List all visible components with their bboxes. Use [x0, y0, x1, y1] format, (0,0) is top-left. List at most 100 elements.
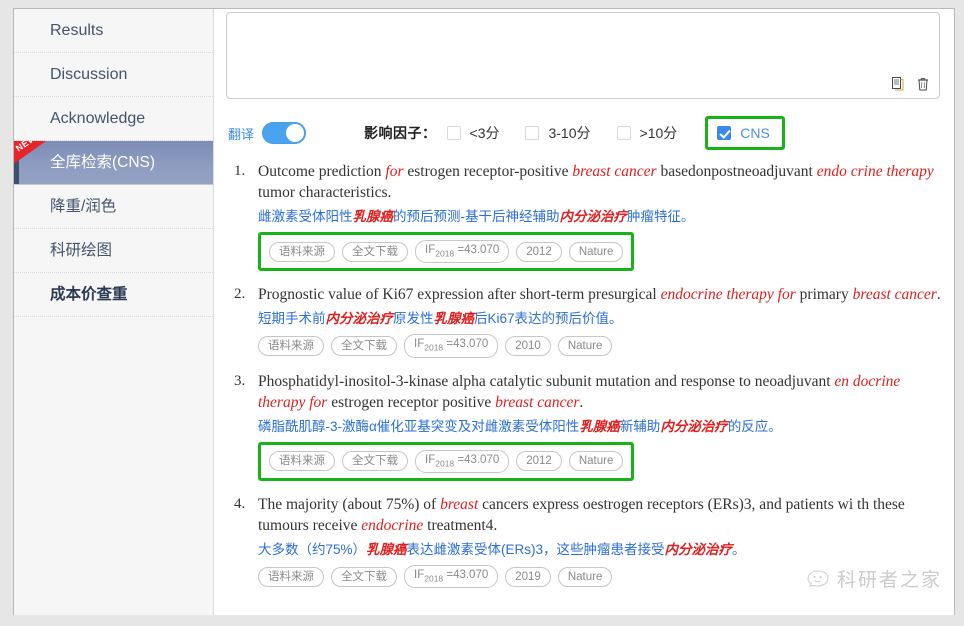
chip-1[interactable]: 全文下载 — [331, 566, 397, 587]
chip-1[interactable]: 全文下载 — [342, 241, 408, 262]
screenshot-root: Results Discussion Acknowledge NEW 全库检索(CNS)… — [0, 0, 964, 626]
result-chips: 语料来源 全文下载 IF2018 =43.070 2012 Nature — [258, 441, 635, 481]
title-text: primary — [795, 286, 853, 304]
translation-text: 大多数（约75%） — [258, 541, 367, 557]
result-chips: 语料来源 全文下载 IF2018 =43.070 2019 Nature — [258, 564, 613, 589]
filter-label: <3分 — [469, 125, 500, 141]
sidebar-item-label: 成本价查重 — [50, 286, 128, 303]
translation-text: 原发性 — [393, 311, 434, 327]
title-text: estrogen receptor-positive — [403, 163, 573, 180]
window-frame-top — [0, 0, 964, 9]
filter-label: CNS — [740, 125, 770, 141]
copy-icon[interactable] — [889, 76, 905, 92]
filter-if-0[interactable]: <3分 — [446, 123, 500, 143]
text-editor-box[interactable] — [226, 12, 940, 99]
title-text: tumor characteristics. — [258, 184, 392, 201]
result-chips-row: 语料来源 全文下载 IF2018 =43.070 2012 Nature — [258, 232, 948, 272]
result-number: 3. — [234, 372, 246, 389]
chip-4[interactable]: Nature — [557, 335, 613, 356]
checkbox-icon[interactable] — [616, 126, 631, 140]
chip-4[interactable]: Nature — [557, 566, 613, 587]
window-frame-left — [0, 0, 14, 626]
chip-2[interactable]: IF2018 =43.070 — [404, 334, 499, 358]
keyword-highlight: breast cancer — [852, 286, 937, 304]
result-translation: 雌激素受体阳性乳腺癌的预后预测-基干后神经辅助内分泌治疗肿瘤特征。 — [258, 207, 948, 226]
sidebar-item-5[interactable]: 科研绘图 — [14, 229, 213, 273]
keyword-highlight: breast cancer — [572, 163, 657, 180]
result-number: 2. — [234, 286, 246, 303]
result-item: 2. Prognostic value of Ki67 expression af… — [228, 284, 948, 358]
chip-3[interactable]: 2019 — [505, 566, 551, 587]
result-number: 1. — [234, 163, 246, 179]
title-text: treatment4. — [423, 516, 498, 534]
checkbox-icon[interactable] — [717, 126, 732, 140]
chip-4[interactable]: Nature — [568, 241, 624, 262]
translation-text: 新辅助 — [619, 418, 661, 434]
keyword-highlight: 乳腺癌 — [579, 418, 620, 434]
keyword-highlight: endo crine therapy — [816, 163, 934, 180]
title-text: . — [579, 393, 584, 411]
result-title[interactable]: Phosphatidyl-inositol-3-kinase alpha cat… — [258, 371, 948, 413]
chip-2[interactable]: IF2018 =43.070 — [404, 564, 499, 589]
result-title[interactable]: Prognostic value of Ki67 expression afte… — [258, 284, 948, 305]
title-text: Phosphatidyl-inositol-3-kinase alpha cat… — [258, 372, 835, 390]
title-text: . — [936, 286, 941, 304]
sidebar-item-label: Results — [50, 22, 104, 39]
chip-1[interactable]: 全文下载 — [331, 335, 397, 356]
chip-3[interactable]: 2012 — [516, 451, 562, 472]
sidebar-item-6[interactable]: 成本价查重 — [14, 273, 213, 317]
translate-label: 翻译 — [228, 126, 255, 142]
result-chips-row: 语料来源 全文下载 IF2018 =43.070 2019 Nature — [258, 564, 948, 589]
translation-text: 表达雌激素受体(ERs)3，这些肿瘤患者接受 — [406, 541, 665, 557]
chip-2[interactable]: IF2018 =43.070 — [415, 449, 510, 473]
sidebar-item-label: Discussion — [50, 66, 128, 83]
chip-2[interactable]: IF2018 =43.070 — [415, 240, 510, 264]
sidebar-item-1[interactable]: Discussion — [14, 53, 213, 97]
chip-1[interactable]: 全文下载 — [342, 451, 408, 472]
search-results-list: 1. Outcome prediction for estrogen recept… — [228, 161, 948, 615]
main-content: 翻译 影响因子： <3分 3-10分 >10分 CNS 1. Outcome predi… — [214, 9, 954, 615]
new-badge: NEW — [14, 141, 55, 168]
chip-3[interactable]: 2012 — [516, 241, 562, 262]
keyword-highlight: 内分泌治疗 — [325, 311, 394, 327]
chip-0[interactable]: 语料来源 — [258, 335, 324, 356]
trash-icon[interactable] — [915, 76, 931, 92]
toggle-knob — [286, 124, 305, 142]
keyword-highlight: for — [385, 163, 404, 180]
sidebar-item-2[interactable]: Acknowledge — [14, 97, 213, 141]
result-translation: 磷脂酰肌醇-3-激酶α催化亚基突变及对雌激素受体阳性乳腺癌新辅助内分泌治疗的反应… — [258, 417, 948, 436]
filter-cns[interactable]: CNS — [705, 116, 785, 150]
chip-0[interactable]: 语料来源 — [269, 451, 335, 472]
result-chips-row: 语料来源 全文下载 IF2018 =43.070 2012 Nature — [258, 441, 948, 481]
window-frame-right — [954, 0, 964, 626]
filter-if-1[interactable]: 3-10分 — [525, 123, 591, 143]
sidebar-item-label: Acknowledge — [50, 110, 146, 127]
keyword-highlight: 内分泌治疗 — [559, 209, 628, 224]
keyword-highlight: 乳腺癌 — [433, 311, 475, 327]
result-item: 3. Phosphatidyl-inositol-3-kinase alpha c… — [228, 371, 948, 481]
filter-if-2[interactable]: >10分 — [616, 123, 677, 143]
result-item: 4. The majority (about 75%) of breast can… — [228, 494, 948, 589]
sidebar: Results Discussion Acknowledge NEW 全库检索(CNS)… — [14, 9, 214, 615]
result-title[interactable]: The majority (about 75%) of breast cance… — [258, 494, 948, 536]
result-chips: 语料来源 全文下载 IF2018 =43.070 2012 Nature — [258, 232, 635, 272]
title-text: basedonpostneoadjuvant — [656, 163, 817, 180]
sidebar-item-0[interactable]: Results — [14, 9, 213, 53]
result-title[interactable]: Outcome prediction for estrogen receptor… — [258, 161, 948, 203]
chip-3[interactable]: 2010 — [505, 335, 551, 356]
chip-4[interactable]: Nature — [568, 451, 624, 472]
text-editor-input[interactable] — [227, 13, 939, 98]
sidebar-item-3[interactable]: NEW 全库检索(CNS) — [14, 141, 213, 185]
title-text: Prognostic value of Ki67 expression afte… — [258, 286, 661, 304]
checkbox-icon[interactable] — [525, 126, 540, 140]
checkbox-icon[interactable] — [446, 126, 461, 140]
keyword-highlight: 内分泌治疗 — [664, 541, 733, 557]
translate-toggle[interactable] — [262, 122, 307, 144]
sidebar-item-4[interactable]: 降重/润色 — [14, 185, 213, 229]
chip-0[interactable]: 语料来源 — [269, 241, 335, 262]
sidebar-item-label: 降重/润色 — [50, 198, 117, 215]
chip-0[interactable]: 语料来源 — [258, 566, 324, 587]
translation-text: 短期手术前 — [258, 311, 326, 327]
translation-text: 肿瘤特征。 — [627, 209, 695, 224]
window-frame-bottom — [0, 614, 964, 626]
